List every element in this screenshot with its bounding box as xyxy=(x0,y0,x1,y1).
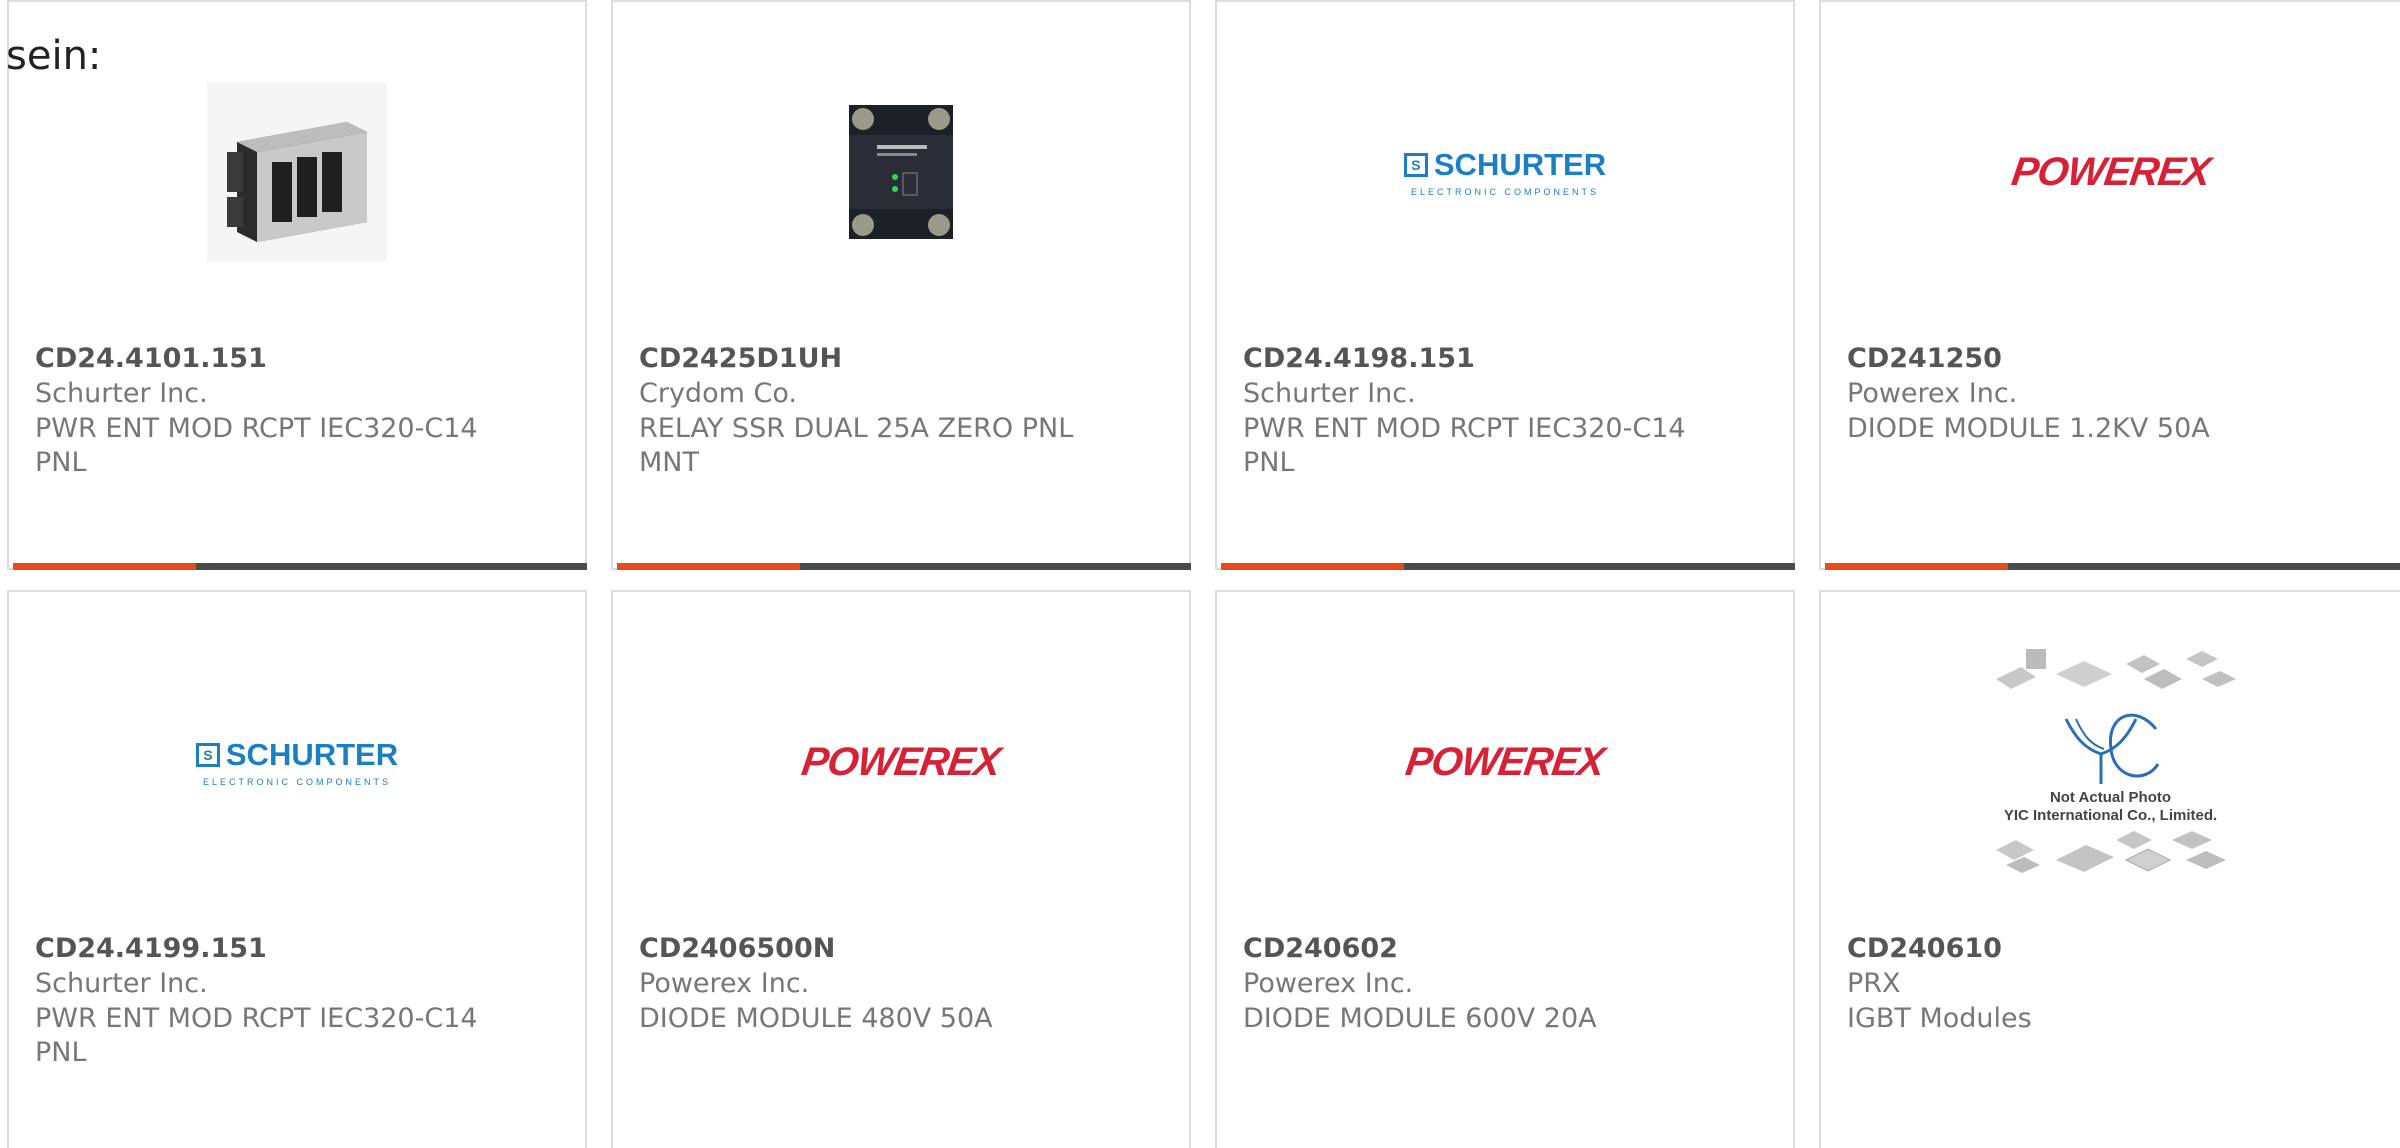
description: DIODE MODULE 1.2KV 50A xyxy=(1847,413,2210,444)
schurter-logo-text: SCHURTER xyxy=(1433,147,1607,182)
manufacturer: Crydom Co. xyxy=(639,378,797,409)
product-card[interactable]: CD2425D1UH Crydom Co. RELAY SSR DUAL 25A… xyxy=(611,0,1191,570)
part-number[interactable]: CD2425D1UH xyxy=(639,342,842,376)
product-card[interactable]: POWEREX CD241250 Powerex Inc. DIODE MODU… xyxy=(1819,0,2400,570)
product-image[interactable]: Not Actual Photo YIC International Co., … xyxy=(1821,649,2400,873)
product-card[interactable]: POWEREX CD240602 Powerex Inc. DIODE MODU… xyxy=(1215,590,1795,1148)
description: PWR ENT MOD RCPT IEC320-C14 PNL xyxy=(35,413,478,478)
power-entry-module-icon xyxy=(207,82,387,262)
manufacturer: Schurter Inc. xyxy=(35,378,208,409)
schurter-logo: S SCHURTER ELECTRONIC COMPONENTS xyxy=(1403,147,1607,197)
manufacturer: Powerex Inc. xyxy=(1243,968,1414,999)
yic-placeholder-image: Not Actual Photo YIC International Co., … xyxy=(1976,639,2246,885)
product-image[interactable] xyxy=(9,62,585,282)
card-bottom-bar xyxy=(13,563,587,570)
part-number[interactable]: CD24.4199.151 xyxy=(35,932,267,966)
chip-packages-icon xyxy=(1995,831,2226,873)
card-accent-bar xyxy=(13,563,196,570)
product-card[interactable]: S SCHURTER ELECTRONIC COMPONENTS CD24.41… xyxy=(7,590,587,1148)
part-number[interactable]: CD240602 xyxy=(1243,932,1398,966)
part-number[interactable]: CD2406500N xyxy=(639,932,835,966)
manufacturer: Schurter Inc. xyxy=(1243,378,1416,409)
part-number[interactable]: CD240610 xyxy=(1847,932,2002,966)
card-accent-bar xyxy=(1825,563,2008,570)
product-image[interactable]: S SCHURTER ELECTRONIC COMPONENTS xyxy=(1217,62,1793,282)
card-bottom-bar xyxy=(617,563,1191,570)
description: PWR ENT MOD RCPT IEC320-C14 PNL xyxy=(1243,413,1686,478)
powerex-logo: POWEREX xyxy=(1403,739,1607,784)
product-image[interactable]: POWEREX xyxy=(1821,62,2400,282)
yic-company-note: YIC International Co., Limited. xyxy=(2003,807,2218,824)
schurter-logo-tagline: ELECTRONIC COMPONENTS xyxy=(202,777,391,787)
description: DIODE MODULE 480V 50A xyxy=(639,1003,993,1034)
chip-packages-icon xyxy=(1995,649,2236,689)
product-card[interactable]: Not Actual Photo YIC International Co., … xyxy=(1819,590,2400,1148)
product-image[interactable]: S SCHURTER ELECTRONIC COMPONENTS xyxy=(9,652,585,872)
manufacturer: Powerex Inc. xyxy=(639,968,810,999)
intro-text: sein: xyxy=(6,33,102,79)
powerex-logo: POWEREX xyxy=(2008,149,2213,194)
description: DIODE MODULE 600V 20A xyxy=(1243,1003,1597,1034)
card-accent-bar xyxy=(617,563,800,570)
schurter-logo-icon: S xyxy=(195,743,220,767)
schurter-logo: S SCHURTER ELECTRONIC COMPONENTS xyxy=(195,737,399,787)
product-image[interactable]: POWEREX xyxy=(1217,652,1793,872)
manufacturer: Powerex Inc. xyxy=(1847,378,2018,409)
yic-logo-icon xyxy=(2064,713,2159,784)
schurter-logo-text: SCHURTER xyxy=(225,737,399,772)
manufacturer: Schurter Inc. xyxy=(35,968,208,999)
schurter-logo-tagline: ELECTRONIC COMPONENTS xyxy=(1410,187,1599,197)
product-grid-page: sein: CD24.4101.151 Schurter Inc. PWR EN… xyxy=(0,0,2400,1148)
product-image[interactable]: POWEREX xyxy=(613,652,1189,872)
card-bottom-bar xyxy=(1825,563,2400,570)
description: RELAY SSR DUAL 25A ZERO PNL MNT xyxy=(639,413,1074,478)
card-bottom-bar xyxy=(1221,563,1795,570)
description: IGBT Modules xyxy=(1847,1003,2032,1034)
card-accent-bar xyxy=(1221,563,1404,570)
part-number[interactable]: CD24.4101.151 xyxy=(35,342,267,376)
description: PWR ENT MOD RCPT IEC320-C14 PNL xyxy=(35,1003,478,1068)
product-image[interactable] xyxy=(613,62,1189,282)
not-actual-photo-note: Not Actual Photo xyxy=(2049,789,2172,806)
solid-state-relay-icon xyxy=(849,105,953,239)
schurter-logo-icon: S xyxy=(1403,153,1428,177)
manufacturer: PRX xyxy=(1847,968,1901,999)
powerex-logo: POWEREX xyxy=(799,739,1003,784)
product-card[interactable]: CD24.4101.151 Schurter Inc. PWR ENT MOD … xyxy=(7,0,587,570)
product-card[interactable]: S SCHURTER ELECTRONIC COMPONENTS CD24.41… xyxy=(1215,0,1795,570)
part-number[interactable]: CD24.4198.151 xyxy=(1243,342,1475,376)
product-card[interactable]: POWEREX CD2406500N Powerex Inc. DIODE MO… xyxy=(611,590,1191,1148)
part-number[interactable]: CD241250 xyxy=(1847,342,2002,376)
